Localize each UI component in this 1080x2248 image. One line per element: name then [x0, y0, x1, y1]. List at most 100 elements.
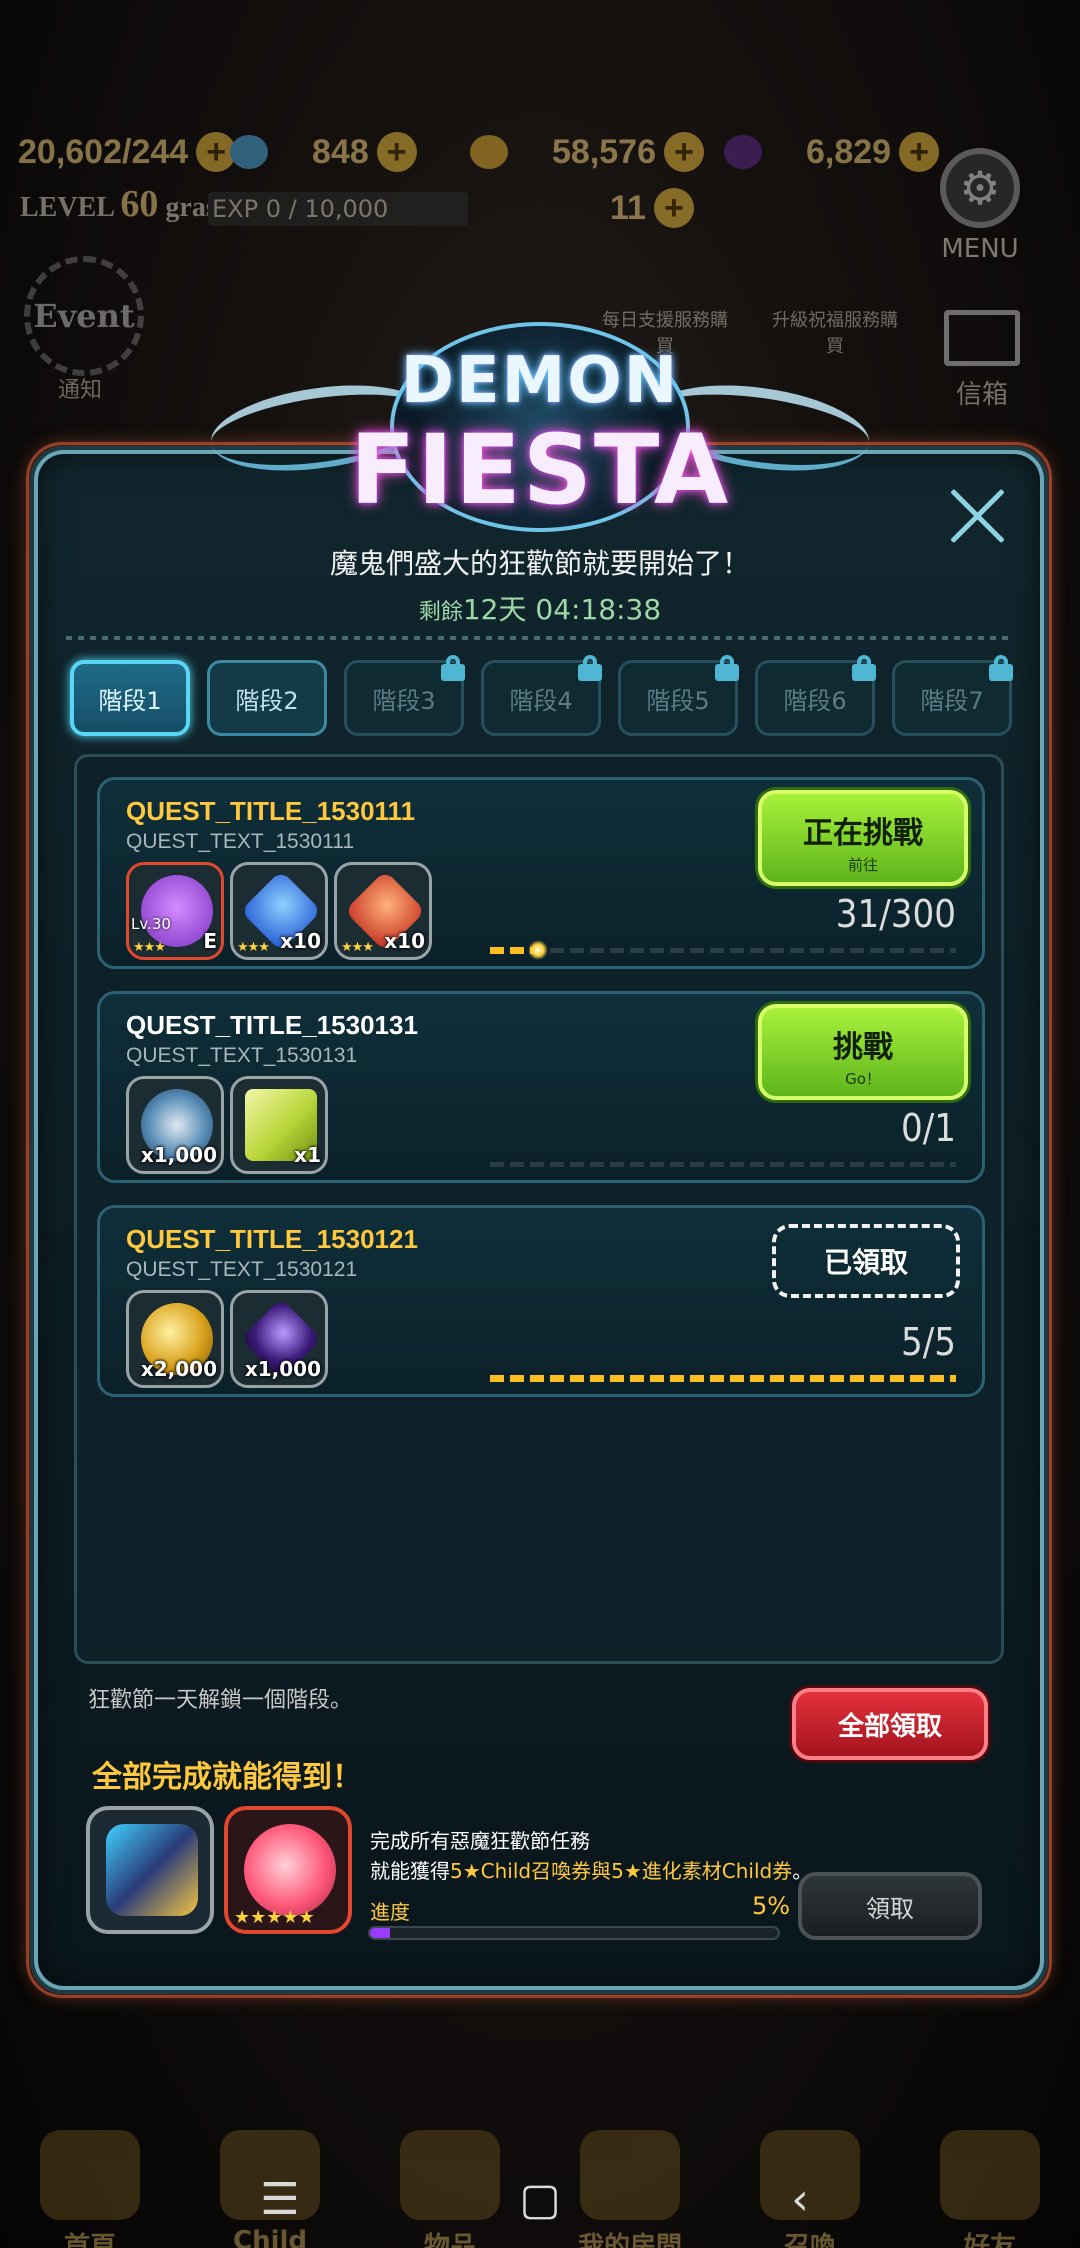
timer-value: 12天 04:18:38 — [462, 593, 662, 626]
quest-text: QUEST_TEXT_1530121 — [126, 1258, 358, 1281]
progress-percent: 5% — [752, 1892, 791, 1920]
exp-bar: EXP 0 / 10,000 — [208, 192, 468, 226]
reward-qty: x1 — [294, 1143, 321, 1167]
claim-all-button[interactable]: 全部領取 — [792, 1688, 988, 1760]
level-value: 60 — [120, 183, 159, 225]
timer-prefix: 剩餘 — [418, 600, 463, 625]
overall-progress-fill — [370, 1928, 391, 1938]
evolution-ticket-reward[interactable]: ★★★★★ — [224, 1806, 352, 1934]
tab-label: 階段2 — [235, 686, 299, 715]
overall-progress-track — [368, 1926, 780, 1940]
summon-ticket-icon — [106, 1824, 198, 1916]
quest-progress-track — [490, 940, 956, 960]
reward-stars: ★★★ — [237, 940, 270, 955]
reward-item[interactable]: x10 ★★★ — [230, 862, 328, 960]
coin-value: 58,576 — [552, 132, 656, 171]
notice-label: 通知 — [57, 378, 102, 403]
bonus-title: 全部完成就能得到！ — [92, 1760, 362, 1795]
add-small-gold-icon[interactable]: + — [376, 132, 417, 172]
reward-stars: ★★★ — [341, 940, 374, 955]
challenging-button[interactable]: 正在挑戰 前往 — [758, 790, 968, 886]
level-label: LEVEL — [20, 192, 114, 223]
quest-progress-track — [490, 1375, 956, 1382]
bonus-stars: ★★★★★ — [234, 1907, 315, 1928]
tab-stage-2[interactable]: 階段2 — [207, 660, 327, 736]
bonus-line-1: 完成所有惡魔狂歡節任務 — [370, 1829, 590, 1853]
tab-stage-3[interactable]: 階段3 — [344, 655, 465, 736]
reward-item[interactable]: x1,000 — [230, 1290, 328, 1388]
event-badge-label: Event — [33, 297, 135, 335]
wrench-icon: ⚙ — [940, 148, 1020, 228]
top-hud: 20,602/244 + 848 + 58,576 + 6,829 + LEVE… — [0, 110, 1080, 230]
quest-text: QUEST_TEXT_1530111 — [126, 830, 355, 853]
quest-progress-fill — [490, 1375, 956, 1382]
lock-icon — [441, 655, 465, 681]
reward-qty: E — [203, 929, 217, 953]
bonus-rewards: ★★★★★ — [86, 1806, 352, 1934]
reward-level: Lv.30 — [131, 915, 171, 933]
quest-rewards: x2,000 x1,000 — [126, 1290, 328, 1388]
challenge-button[interactable]: 挑戰 Go！ — [758, 1004, 968, 1100]
bonus-description: 完成所有惡魔狂歡節任務 就能獲得5★Child召喚券與5★進化素材Child券。 — [370, 1826, 812, 1886]
bonus-line-2-prefix: 就能獲得 — [370, 1859, 450, 1883]
event-badge-icon[interactable]: Event — [24, 256, 144, 376]
purple-gem-icon — [724, 135, 762, 169]
menu-button[interactable]: ⚙ MENU — [920, 148, 1040, 264]
stamina-value: 20,602/244 — [18, 132, 189, 171]
bonus-line-2: 就能獲得5★Child召喚券與5★進化素材Child券。 — [370, 1856, 812, 1886]
summon-ticket-reward[interactable] — [86, 1806, 214, 1934]
tab-label: 階段3 — [372, 686, 436, 715]
exp-text: EXP 0 / 10,000 — [212, 195, 389, 223]
quest-rewards: x1,000 x1 — [126, 1076, 328, 1174]
reward-stars: ★★★ — [133, 940, 166, 955]
quest-progress-text: 31/300 — [835, 892, 956, 936]
quest-card: QUEST_TITLE_1530121 QUEST_TEXT_1530121 x… — [97, 1205, 985, 1397]
reward-item[interactable]: x1 — [230, 1076, 328, 1174]
stage-tabs: 階段1 階段2 階段3 階段4 階段5 階段6 階段7 — [70, 655, 1016, 736]
reward-item[interactable]: x1,000 — [126, 1076, 224, 1174]
mailbox-label: 信箱 — [955, 380, 1008, 410]
reward-qty: x1,000 — [244, 1357, 321, 1381]
tab-stage-1[interactable]: 階段1 — [70, 660, 190, 736]
gem-counter: 6,829 + — [724, 128, 940, 176]
claimed-badge: 已領取 — [772, 1224, 960, 1298]
logo-word-fiesta: FIESTA — [349, 414, 731, 526]
tab-stage-7[interactable]: 階段7 — [892, 655, 1013, 736]
player-level: LEVEL 60 grass — [20, 182, 228, 226]
menu-label: MENU — [941, 234, 1019, 264]
system-nav-bar: ☰ ▢ ‹ — [0, 2150, 1080, 2248]
recent-apps-icon[interactable]: ☰ — [250, 2174, 310, 2225]
lock-icon — [989, 655, 1013, 681]
reward-item[interactable]: Lv.30 E ★★★ — [126, 862, 224, 960]
game-screen: 20,602/244 + 848 + 58,576 + 6,829 + LEVE… — [0, 0, 1080, 2248]
add-ticket-icon[interactable]: + — [653, 188, 694, 228]
small-gold-counter: 848 + — [230, 128, 417, 176]
dotted-divider — [66, 636, 1012, 640]
add-coin-icon[interactable]: + — [664, 132, 704, 172]
evolution-material-icon — [244, 1824, 336, 1916]
tab-stage-5[interactable]: 階段5 — [618, 655, 739, 736]
reward-qty: x1,000 — [140, 1143, 217, 1167]
reward-item[interactable]: x10 ★★★ — [334, 862, 432, 960]
stamina-counter: 20,602/244 + — [18, 128, 237, 176]
back-icon[interactable]: ‹ — [770, 2174, 830, 2225]
quest-title: QUEST_TITLE_1530121 — [126, 1224, 418, 1254]
lock-icon — [578, 655, 602, 681]
tab-stage-4[interactable]: 階段4 — [481, 655, 602, 736]
claim-bonus-button[interactable]: 領取 — [798, 1872, 982, 1940]
button-sub-label: Go！ — [845, 1070, 881, 1088]
close-icon[interactable] — [946, 484, 1010, 548]
quest-title: QUEST_TITLE_1530111 — [126, 796, 416, 826]
mailbox-button[interactable]: 信箱 — [922, 310, 1042, 411]
small-gold-value: 848 — [312, 132, 369, 171]
quest-progress-text: 0/1 — [900, 1106, 956, 1150]
tab-label: 階段7 — [920, 686, 984, 715]
progress-spark-icon — [527, 940, 548, 960]
reward-qty: x2,000 — [140, 1357, 217, 1381]
button-main-label: 挑戰 — [833, 1030, 893, 1065]
reward-item[interactable]: x2,000 — [126, 1290, 224, 1388]
event-subtitle: 魔鬼們盛大的狂歡節就要開始了！ — [329, 547, 750, 580]
tab-stage-6[interactable]: 階段6 — [755, 655, 876, 736]
home-button-icon[interactable]: ▢ — [510, 2174, 570, 2225]
quest-title: QUEST_TITLE_1530131 — [126, 1010, 418, 1040]
